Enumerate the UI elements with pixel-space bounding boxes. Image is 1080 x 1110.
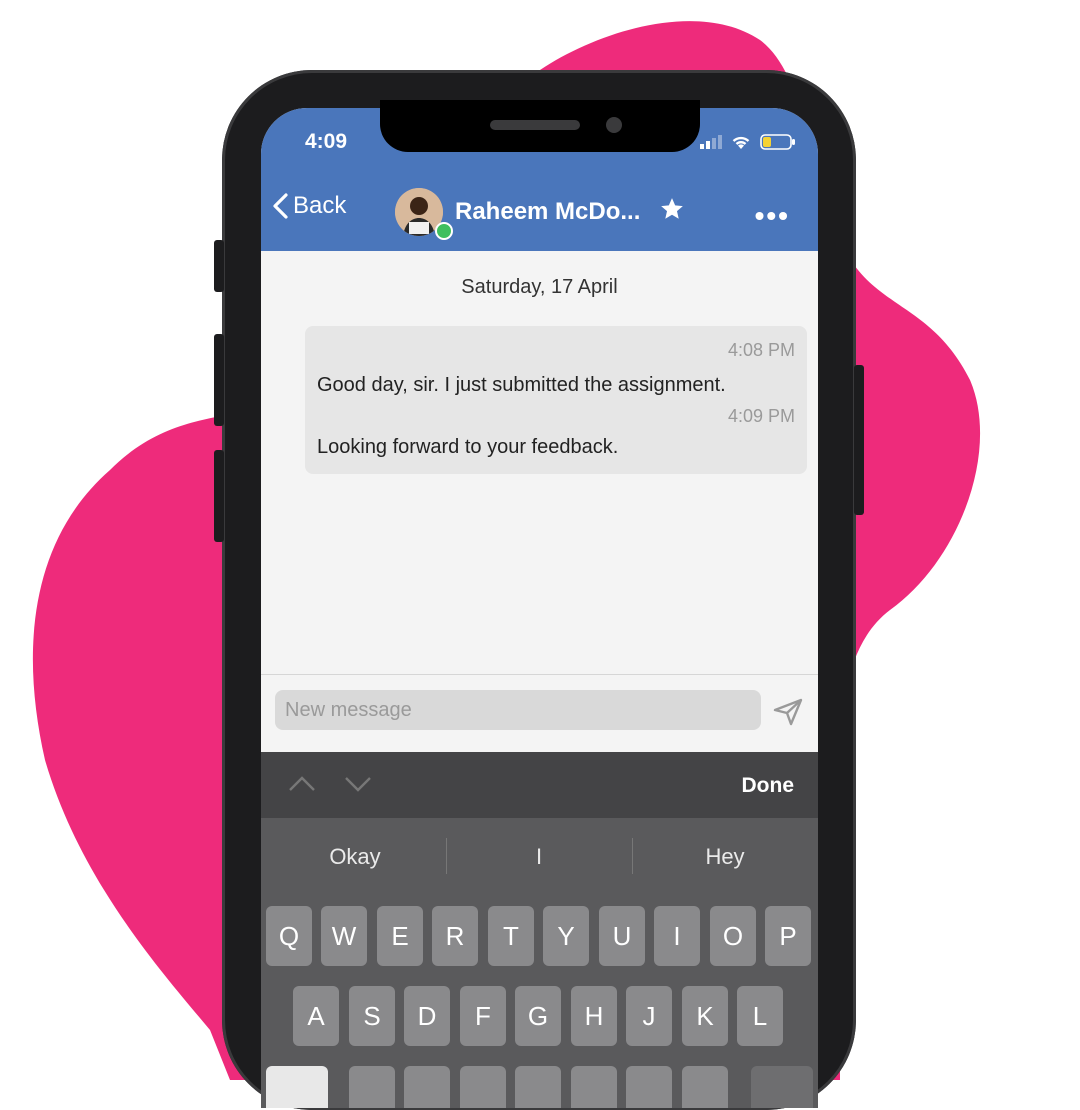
date-separator: Saturday, 17 April — [461, 276, 618, 298]
volume-down-button — [214, 450, 224, 542]
key-q[interactable]: Q — [266, 906, 312, 966]
key-row3-partial[interactable] — [682, 1066, 728, 1108]
front-camera — [606, 117, 622, 133]
volume-up-button — [214, 334, 224, 426]
wifi-icon — [732, 136, 750, 149]
back-button[interactable]: Back — [271, 192, 346, 220]
message-input[interactable] — [275, 690, 761, 730]
chevron-left-icon — [273, 193, 288, 219]
signal-icon — [700, 135, 722, 149]
message-bubble[interactable]: 4:08 PM Good day, sir. I just submitted … — [305, 326, 807, 474]
key-g[interactable]: G — [515, 986, 561, 1046]
message-text: Looking forward to your feedback. — [317, 436, 619, 458]
shift-key[interactable] — [266, 1066, 328, 1108]
key-d[interactable]: D — [404, 986, 450, 1046]
key-o[interactable]: O — [710, 906, 756, 966]
message-text: Good day, sir. I just submitted the assi… — [317, 374, 726, 396]
key-r[interactable]: R — [432, 906, 478, 966]
key-h[interactable]: H — [571, 986, 617, 1046]
contact-name[interactable]: Raheem McDo... — [455, 198, 640, 226]
key-t[interactable]: T — [488, 906, 534, 966]
key-s[interactable]: S — [349, 986, 395, 1046]
battery-icon — [760, 134, 795, 150]
more-icon[interactable]: ••• — [755, 200, 790, 232]
chevron-up-icon[interactable] — [287, 774, 317, 794]
composer-divider — [261, 674, 818, 675]
key-y[interactable]: Y — [543, 906, 589, 966]
message-timestamp: 4:08 PM — [727, 340, 795, 360]
send-icon[interactable] — [773, 698, 803, 726]
key-w[interactable]: W — [321, 906, 367, 966]
keyboard: Okay I Hey Q W E R T Y U I O P A S D F G… — [261, 818, 818, 1108]
speaker-grille — [490, 120, 580, 130]
key-j[interactable]: J — [626, 986, 672, 1046]
done-button[interactable]: Done — [742, 774, 795, 798]
power-button — [854, 365, 864, 515]
key-row3-partial[interactable] — [460, 1066, 506, 1108]
key-u[interactable]: U — [599, 906, 645, 966]
star-icon[interactable] — [659, 196, 685, 222]
key-row3-partial[interactable] — [626, 1066, 672, 1108]
key-row3-partial[interactable] — [404, 1066, 450, 1108]
suggestion-divider — [632, 838, 633, 874]
back-label: Back — [293, 192, 347, 219]
key-a[interactable]: A — [293, 986, 339, 1046]
phone-screen: 4:09 Back Raheem McDo... ••• Saturday, 1… — [261, 108, 818, 1108]
key-row3-partial[interactable] — [571, 1066, 617, 1108]
key-p[interactable]: P — [765, 906, 811, 966]
keyboard-toolbar: Done — [261, 752, 818, 818]
suggestion-divider — [446, 838, 447, 874]
message-input-wrapper — [275, 690, 761, 730]
status-icons — [700, 134, 796, 150]
key-row3-partial[interactable] — [515, 1066, 561, 1108]
backspace-key[interactable] — [751, 1066, 813, 1108]
online-status-dot — [435, 222, 453, 240]
message-timestamp: 4:09 PM — [727, 406, 795, 426]
key-i[interactable]: I — [654, 906, 700, 966]
key-k[interactable]: K — [682, 986, 728, 1046]
suggestion-item[interactable]: Hey — [655, 844, 795, 870]
suggestion-item[interactable]: I — [469, 844, 609, 870]
suggestion-item[interactable]: Okay — [285, 844, 425, 870]
key-l[interactable]: L — [737, 986, 783, 1046]
chevron-down-icon[interactable] — [343, 774, 373, 794]
key-f[interactable]: F — [460, 986, 506, 1046]
status-time: 4:09 — [305, 130, 348, 153]
key-row3-partial[interactable] — [349, 1066, 395, 1108]
key-e[interactable]: E — [377, 906, 423, 966]
suggestion-bar: Okay I Hey — [261, 818, 818, 896]
mute-switch — [214, 240, 224, 292]
